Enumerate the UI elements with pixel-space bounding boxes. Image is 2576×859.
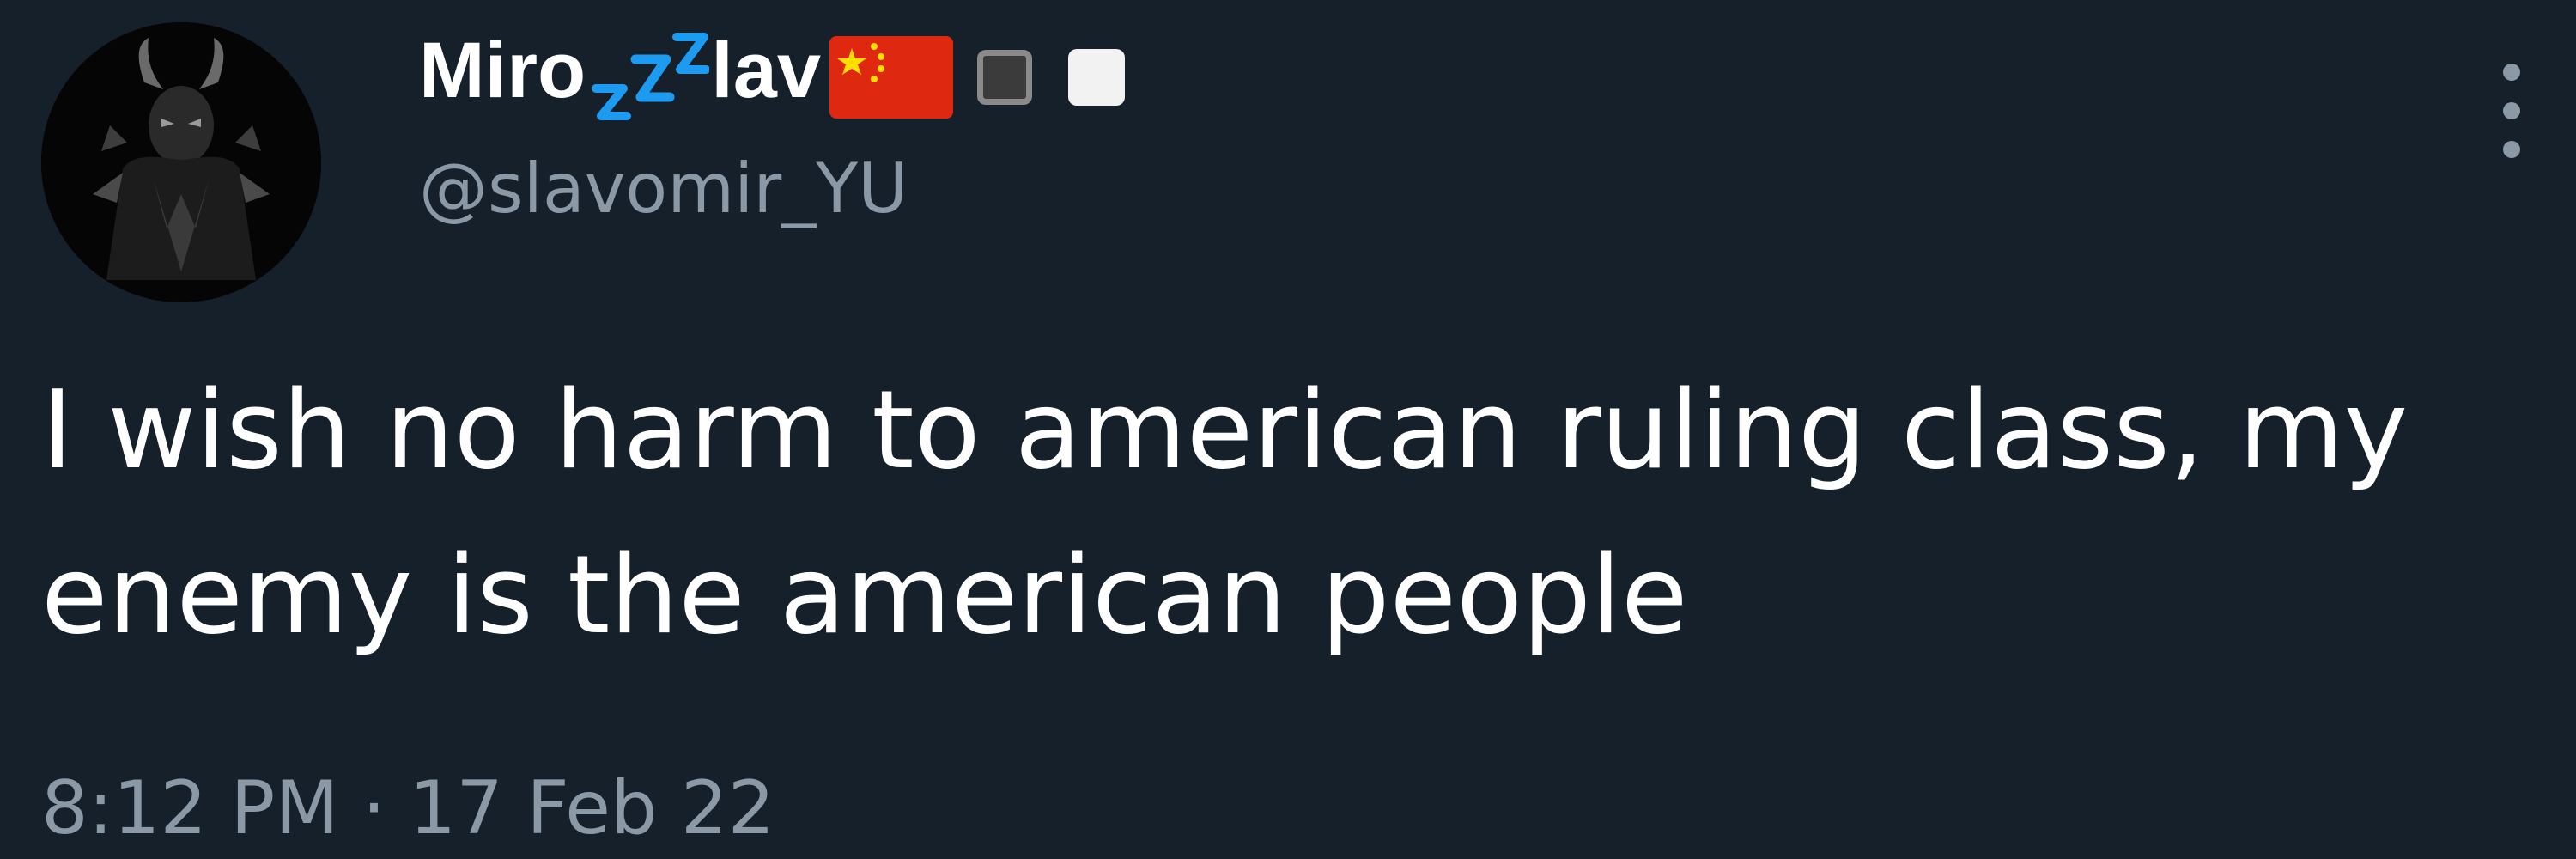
more-options-icon[interactable] [2482, 55, 2542, 167]
tweet-text: I wish no harm to american ruling class,… [41, 367, 2409, 658]
avatar-image [41, 22, 321, 302]
white-square-icon [1068, 49, 1126, 106]
china-flag-icon [829, 36, 954, 119]
author-name-part-1: Miro [419, 27, 586, 114]
avatar[interactable] [41, 22, 321, 302]
black-square-icon [977, 50, 1033, 105]
tweet-timestamp[interactable]: 8:12 PM · 17 Feb 22 [41, 765, 775, 853]
more-dot [2503, 102, 2520, 119]
zzz-sleeping-icon [591, 30, 711, 125]
author-name-part-2: lav [711, 27, 822, 114]
author-handle[interactable]: @slavomir_YU [419, 151, 908, 227]
more-dot [2503, 141, 2520, 158]
tweet-card: Miro lav @slavomir_YU I wish no harm to … [0, 0, 2576, 859]
author-name[interactable]: Miro lav [419, 19, 1126, 125]
more-dot [2503, 64, 2520, 81]
